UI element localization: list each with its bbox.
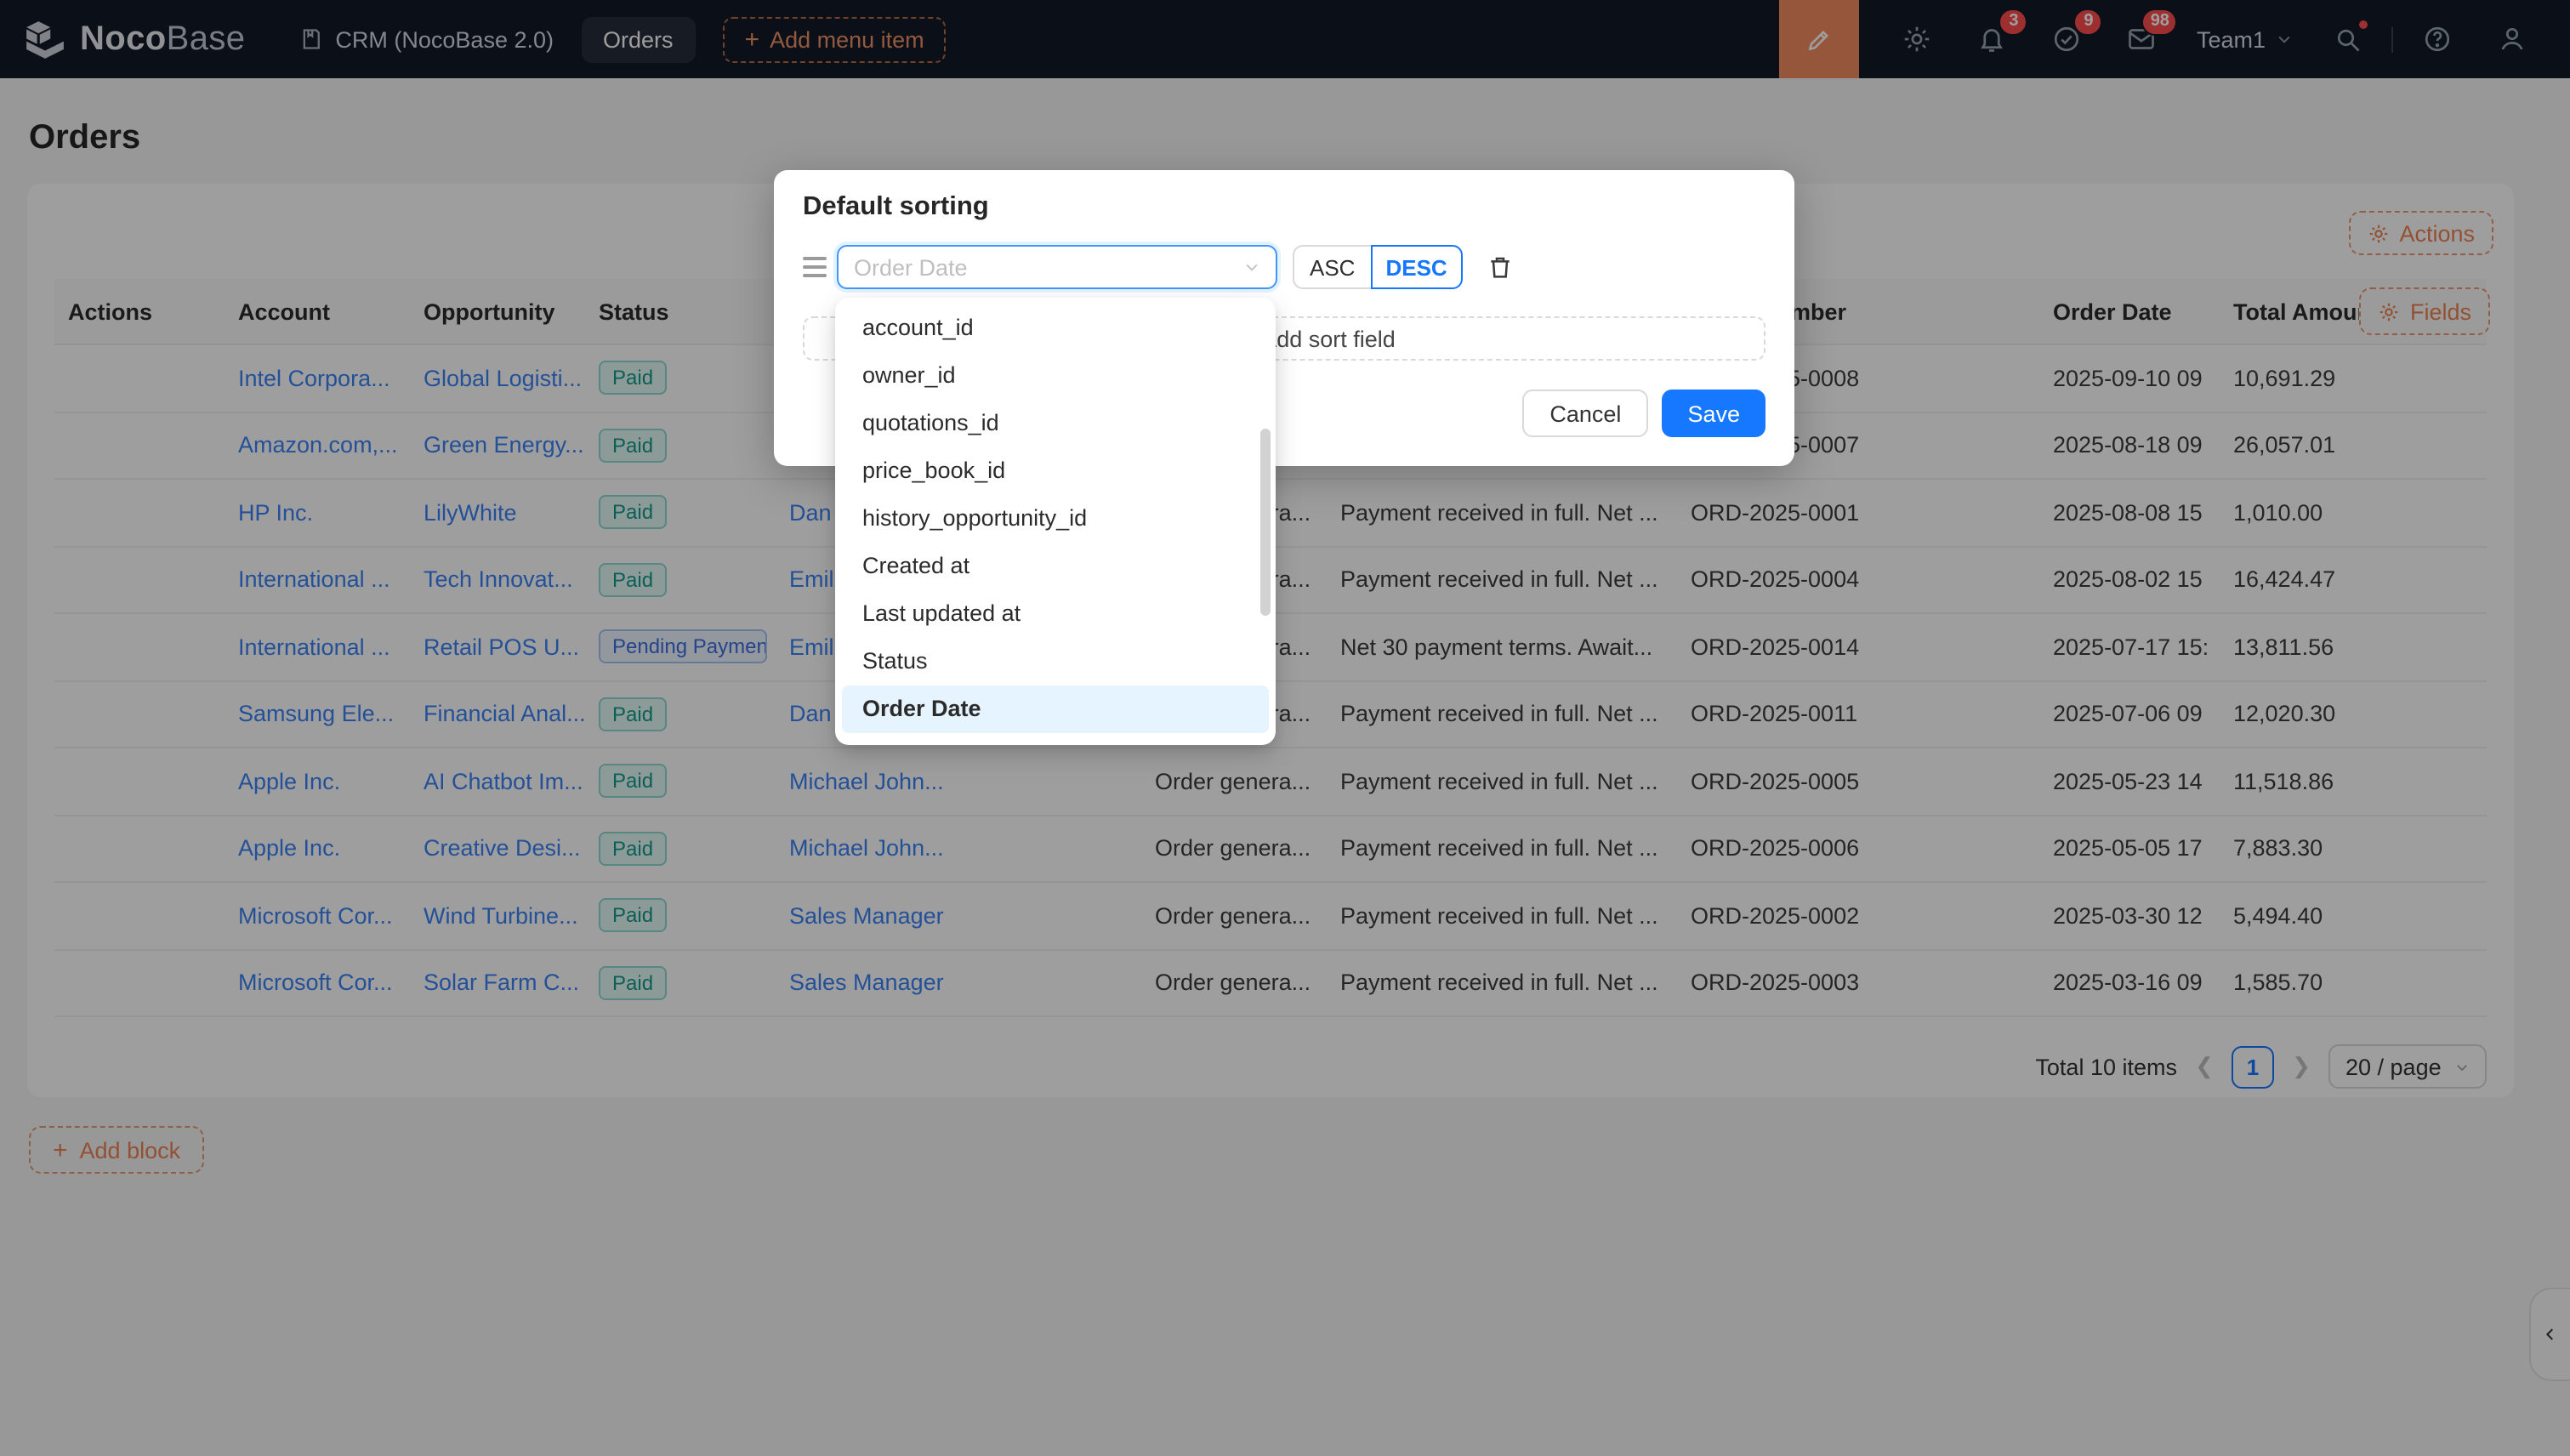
dropdown-option[interactable]: account_id <box>842 304 1269 352</box>
dropdown-option[interactable]: Status <box>842 638 1269 685</box>
save-button[interactable]: Save <box>1662 390 1765 437</box>
modal-title: Default sorting <box>803 192 989 221</box>
dropdown-option[interactable]: owner_id <box>842 352 1269 400</box>
chevron-down-icon <box>1243 259 1260 276</box>
dropdown-option[interactable]: price_book_id <box>842 447 1269 495</box>
dropdown-scrollbar[interactable] <box>1260 429 1271 616</box>
sort-field-select[interactable]: Order Date <box>837 245 1277 289</box>
dropdown-option[interactable]: quotations_id <box>842 400 1269 447</box>
asc-button[interactable]: ASC <box>1293 245 1371 289</box>
delete-sort-rule-button[interactable] <box>1487 253 1514 281</box>
trash-icon <box>1487 253 1514 281</box>
dropdown-option[interactable]: Created at <box>842 543 1269 590</box>
dropdown-option[interactable]: Order Date <box>842 685 1269 733</box>
cancel-button[interactable]: Cancel <box>1522 390 1649 437</box>
sort-field-dropdown: account_id owner_id quotations_id price_boo… <box>835 298 1276 745</box>
sort-field-options: account_id owner_id quotations_id price_boo… <box>842 304 1269 733</box>
dropdown-option[interactable]: Last updated at <box>842 590 1269 638</box>
sort-field-value: Order Date <box>854 254 968 280</box>
drag-handle-icon[interactable] <box>803 257 827 277</box>
add-sort-field-label: Add sort field <box>1261 326 1396 351</box>
app-viewport: NocoBase CRM (NocoBase 2.0) Orders + Add… <box>0 0 2570 1456</box>
dropdown-option[interactable]: history_opportunity_id <box>842 495 1269 543</box>
sort-direction-group: ASC DESC <box>1293 245 1463 289</box>
desc-button[interactable]: DESC <box>1370 245 1463 289</box>
sort-rule-row: Order Date ASC DESC <box>803 245 1765 289</box>
